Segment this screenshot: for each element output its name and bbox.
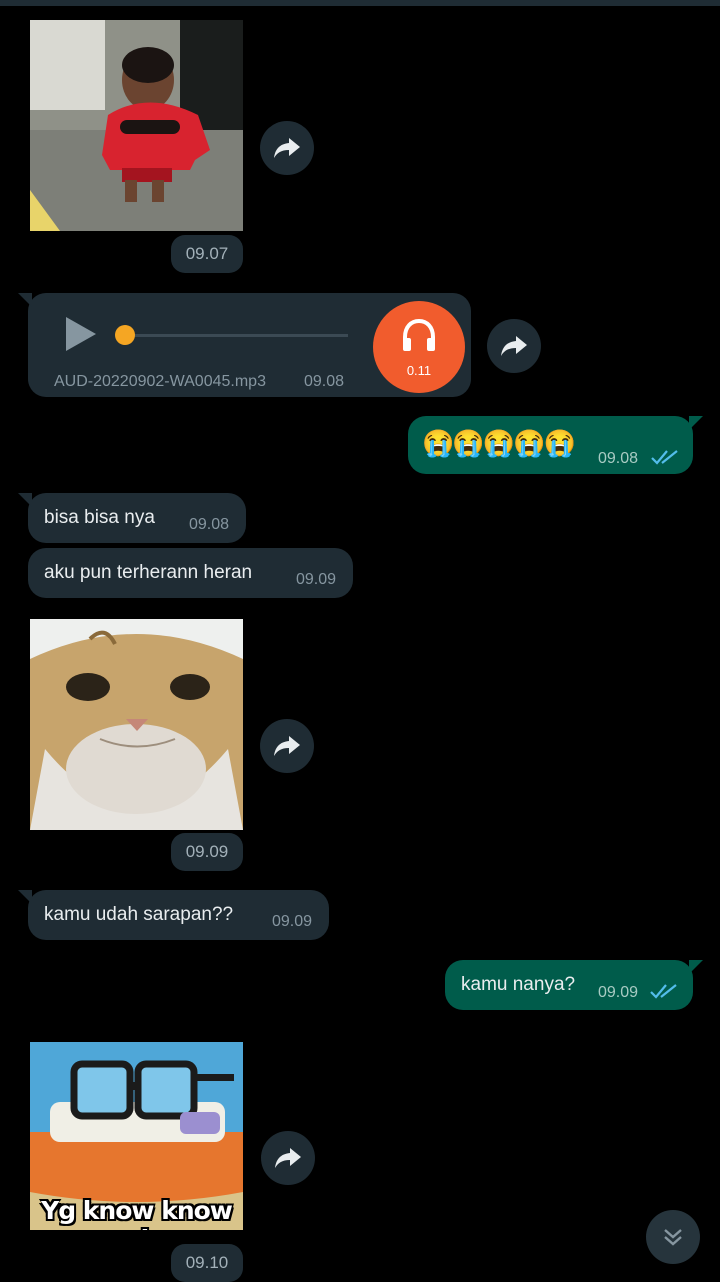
forward-button-1[interactable] — [260, 121, 314, 175]
forward-icon — [274, 138, 300, 158]
forward-button-2[interactable] — [260, 719, 314, 773]
message-text: kamu udah sarapan?? — [44, 904, 234, 925]
audio-avatar: 0.11 — [373, 301, 465, 393]
message-time: 09.09 — [296, 571, 337, 588]
forward-button-audio[interactable] — [487, 319, 541, 373]
forward-button-3[interactable] — [261, 1131, 315, 1185]
message-text: 😭😭😭😭😭 — [422, 428, 576, 458]
message-text: bisa bisa nya — [44, 507, 155, 528]
message-time: 09.08 — [598, 450, 639, 467]
meme-caption: Yg know know aj — [41, 1196, 233, 1230]
audio-filename: AUD-20220902-WA0045.mp3 — [54, 373, 266, 390]
incoming-message-2: aku pun terherann heran 09.09 — [28, 548, 353, 598]
forward-icon — [501, 336, 527, 356]
message-time: 09.09 — [598, 984, 639, 1001]
outgoing-message-emoji: 😭😭😭😭😭 09.08 — [408, 416, 703, 474]
scroll-to-bottom-button[interactable] — [646, 1210, 700, 1264]
play-icon[interactable] — [64, 315, 98, 353]
image-message-cat[interactable] — [30, 619, 243, 830]
incoming-message-1: bisa bisa nya 09.08 — [18, 493, 246, 543]
audio-progress-dot[interactable] — [115, 325, 135, 345]
message-time: 09.08 — [189, 516, 230, 533]
double-check-icon — [650, 984, 677, 999]
audio-timestamp: 09.08 — [304, 373, 345, 390]
message-time: 09.09 — [272, 913, 313, 930]
message-text: aku pun terherann heran — [44, 562, 253, 583]
top-bar — [0, 0, 720, 6]
image-timestamp-1: 09.07 — [171, 235, 243, 273]
forward-icon — [275, 1148, 301, 1168]
double-check-icon — [651, 450, 678, 465]
image-timestamp-2: 09.09 — [171, 833, 243, 871]
incoming-message-3: kamu udah sarapan?? 09.09 — [18, 890, 329, 940]
message-text: kamu nanya? — [461, 974, 576, 995]
image-timestamp-3: 09.10 — [171, 1244, 243, 1282]
image-message-meme[interactable]: Yg know know aj — [30, 1042, 243, 1230]
chevron-double-down-icon — [664, 1229, 682, 1246]
image-message-boy[interactable] — [30, 20, 243, 231]
headphones-icon — [403, 319, 435, 351]
audio-duration: 0.11 — [406, 363, 432, 378]
audio-progress-track[interactable] — [124, 334, 348, 337]
outgoing-message-2: kamu nanya? 09.09 — [445, 960, 703, 1010]
forward-icon — [274, 736, 300, 756]
audio-message: AUD-20220902-WA0045.mp3 09.08 0.11 — [18, 293, 471, 397]
